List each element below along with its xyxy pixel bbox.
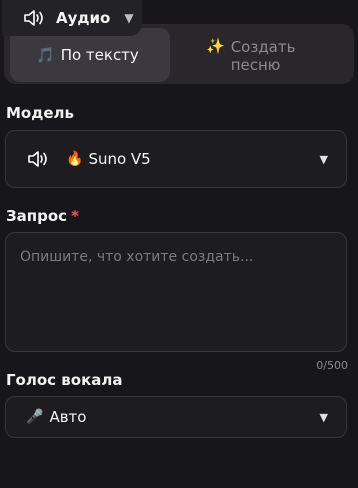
char-counter: 0/500 <box>316 359 348 372</box>
chevron-down-icon: ▼ <box>319 152 328 166</box>
voice-label: Голос вокала <box>6 371 123 389</box>
model-select[interactable]: 🔥 Suno V5 ▼ <box>5 130 347 188</box>
voice-value: Авто <box>49 408 87 426</box>
model-value: Suno V5 <box>88 150 151 168</box>
prompt-input[interactable] <box>5 232 347 352</box>
chevron-down-icon: ▼ <box>319 410 328 424</box>
speaker-icon <box>28 151 47 167</box>
tab-by-text[interactable]: 🎵 По тексту <box>10 28 170 82</box>
mode-dropdown[interactable]: Аудио ▼ <box>2 0 142 36</box>
tab-create-song[interactable]: ✨ Создать песню <box>202 28 342 82</box>
tab-label: По тексту <box>60 46 139 64</box>
voice-select[interactable]: 🎤 Авто ▼ <box>5 396 347 438</box>
chevron-down-icon: ▼ <box>124 11 134 25</box>
tab-label: Создать песню <box>230 38 296 74</box>
microphone-icon: 🎤 <box>26 409 44 425</box>
musical-note-icon: 🎵 <box>36 46 55 64</box>
model-label: Модель <box>6 104 74 122</box>
required-mark: * <box>71 207 79 225</box>
sparkles-icon: ✨ <box>206 37 225 55</box>
prompt-label: Запрос * <box>6 207 79 225</box>
speaker-icon <box>24 10 43 26</box>
mode-label: Аудио <box>56 9 111 27</box>
prompt-label-text: Запрос <box>6 207 68 225</box>
fire-icon: 🔥 <box>66 151 84 167</box>
